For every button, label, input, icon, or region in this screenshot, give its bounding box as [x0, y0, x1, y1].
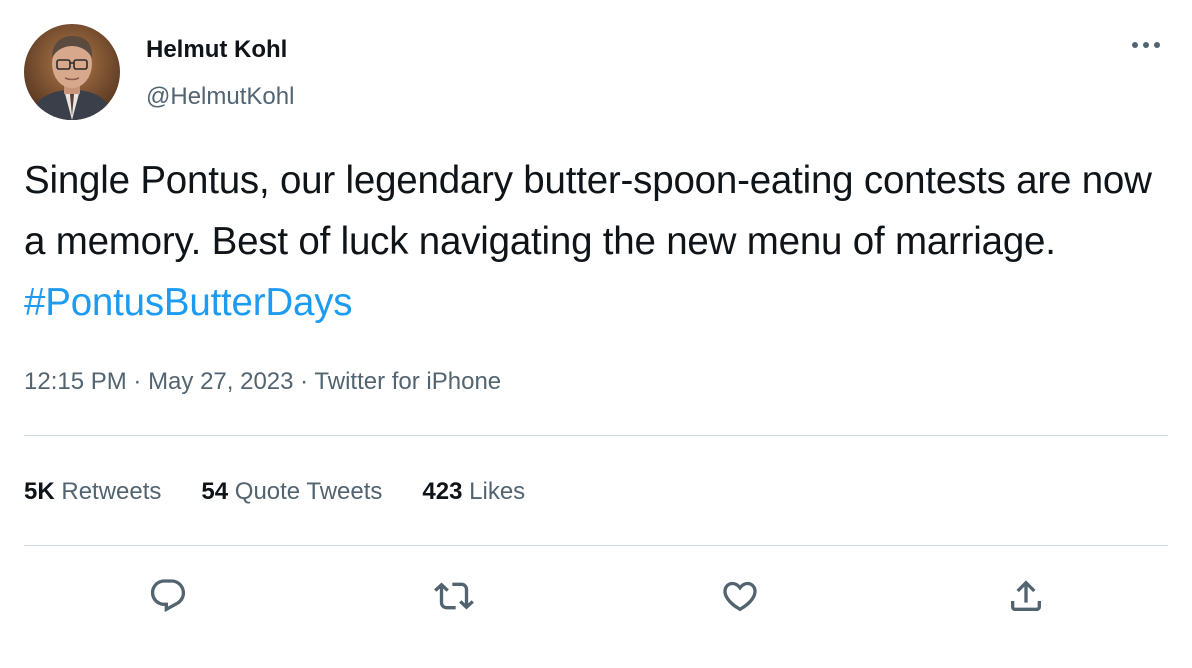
tweet-metadata: 12:15 PM · May 27, 2023 · Twitter for iP…: [24, 364, 501, 400]
more-options-button[interactable]: [1124, 30, 1168, 60]
tweet-date[interactable]: May 27, 2023: [148, 368, 293, 395]
meta-separator: ·: [293, 368, 315, 395]
avatar[interactable]: [24, 24, 120, 120]
quote-tweets-label: Quote Tweets: [228, 478, 383, 505]
retweet-button[interactable]: [424, 566, 484, 626]
share-icon: [1011, 580, 1041, 611]
share-button[interactable]: [996, 566, 1056, 626]
quote-tweets-stat[interactable]: 54 Quote Tweets: [201, 474, 382, 510]
retweets-count: 5K: [24, 478, 55, 505]
tweet-time[interactable]: 12:15 PM: [24, 368, 127, 395]
quote-tweets-count: 54: [201, 478, 229, 505]
more-icon: [1132, 42, 1160, 48]
action-bar: [0, 566, 1192, 626]
tweet-source[interactable]: Twitter for iPhone: [314, 368, 501, 395]
likes-count: 423: [422, 478, 463, 505]
engagement-stats: 5K Retweets 54 Quote Tweets 423 Likes: [24, 474, 565, 510]
divider: [24, 545, 1168, 546]
tweet-card: Helmut Kohl @HelmutKohl Single Pontus, o…: [0, 0, 1192, 668]
retweets-label: Retweets: [54, 478, 162, 505]
likes-stat[interactable]: 423 Likes: [422, 474, 525, 510]
retweet-icon: [434, 582, 474, 610]
likes-label: Likes: [462, 478, 526, 505]
reply-icon: [150, 579, 186, 613]
tweet-text: Single Pontus, our legendary butter-spoo…: [24, 150, 1168, 333]
author-handle[interactable]: @HelmutKohl: [146, 81, 294, 113]
divider: [24, 435, 1168, 436]
retweets-stat[interactable]: 5K Retweets: [24, 474, 161, 510]
tweet-body: Single Pontus, our legendary butter-spoo…: [24, 159, 1152, 263]
reply-button[interactable]: [138, 566, 198, 626]
meta-separator: ·: [126, 368, 149, 395]
author-display-name[interactable]: Helmut Kohl: [146, 34, 287, 66]
heart-icon: [723, 581, 757, 612]
like-button[interactable]: [710, 566, 770, 626]
hashtag-link[interactable]: #PontusButterDays: [24, 281, 353, 324]
avatar-photo-icon: [24, 24, 120, 120]
